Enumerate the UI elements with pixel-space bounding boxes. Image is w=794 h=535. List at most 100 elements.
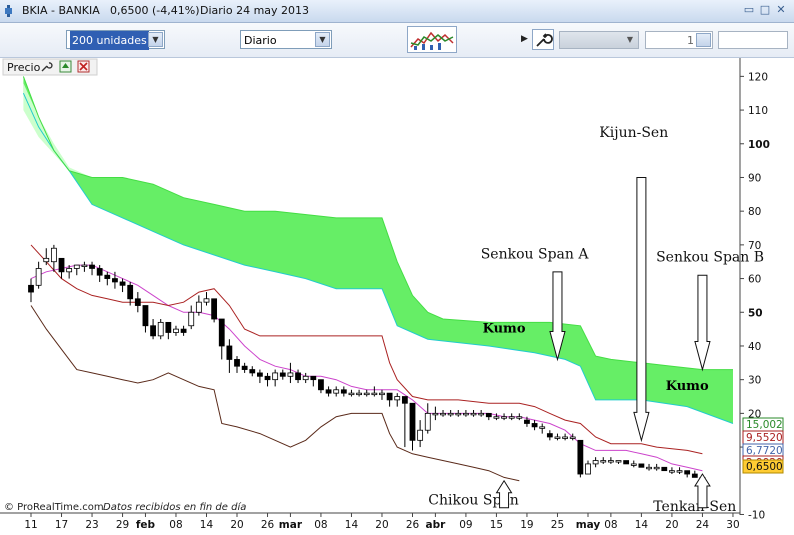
candle-body: [28, 284, 34, 293]
candle-body: [356, 392, 362, 396]
x-tick-label: 29: [116, 519, 129, 531]
y-tick-label: 110: [748, 105, 768, 117]
candle-body: [363, 392, 370, 396]
candle-body: [493, 416, 500, 419]
candle-body: [516, 416, 523, 419]
candle-body: [470, 412, 477, 416]
candle-body: [43, 257, 50, 263]
maximize-button[interactable]: □: [758, 3, 772, 17]
candle-body: [142, 305, 149, 327]
candle-body: [188, 311, 195, 327]
candle-body: [485, 412, 492, 418]
title-bar: BKIA - BANKIA 0,6500 (-4,41%) Diario 24 …: [0, 0, 794, 23]
candle-body: [287, 372, 294, 377]
x-tick-label: 30: [726, 519, 739, 531]
x-tick-label: mar: [279, 519, 303, 531]
candle-body: [524, 419, 530, 424]
x-tick-label: 20: [230, 519, 243, 531]
kumo-label: Kumo: [666, 379, 709, 394]
candle-body: [554, 436, 561, 439]
candle-body: [104, 274, 111, 279]
candle-body: [661, 466, 668, 472]
x-tick-label: 25: [551, 519, 564, 531]
candle-body: [432, 412, 439, 416]
candle-body: [272, 372, 279, 381]
indicators-button[interactable]: [407, 26, 457, 53]
candle-body: [203, 298, 210, 303]
app-icon: [5, 5, 12, 17]
candle-body: [691, 473, 698, 478]
candle-body: [134, 298, 141, 306]
candle-body: [409, 402, 416, 441]
candle-body: [226, 345, 233, 360]
panel-close-button[interactable]: [77, 60, 90, 73]
candle-body: [310, 375, 317, 381]
candle-body: [150, 325, 156, 337]
candle-body: [562, 436, 568, 439]
expand-arrow-icon[interactable]: ▶: [521, 34, 528, 44]
candle-body: [50, 247, 57, 263]
x-tick-label: 20: [375, 519, 388, 531]
candle-body: [81, 264, 88, 267]
copyright-text: © ProRealTime.com: [4, 502, 104, 513]
candle-body: [401, 396, 408, 404]
timeframe-select[interactable]: Diario ▼: [240, 30, 332, 49]
candle-body: [241, 365, 248, 370]
candle-body: [585, 463, 591, 475]
x-tick-label: 26: [261, 519, 275, 531]
y-tick-label: 50: [748, 307, 763, 319]
style-select[interactable]: ▼: [559, 31, 639, 49]
timeframe-value: Diario: [244, 34, 277, 47]
candle-body: [638, 463, 645, 468]
panel-move-up-button[interactable]: [59, 60, 72, 73]
units-value: 200 unidades: [70, 31, 149, 50]
candle-body: [592, 460, 599, 465]
panel-label: Precio: [7, 61, 41, 74]
period-date: Diario 24 may 2013: [200, 4, 310, 17]
candle-body: [371, 392, 378, 396]
candle-body: [379, 392, 385, 396]
chevron-down-icon: ▼: [626, 35, 634, 44]
candle-body: [173, 328, 179, 333]
y-tick-label: 30: [748, 375, 761, 387]
candle-body: [440, 412, 446, 416]
candle-body: [256, 372, 263, 377]
candle-body: [112, 278, 118, 283]
candle-body: [333, 389, 340, 394]
x-tick-label: 09: [459, 519, 472, 531]
candle-body: [325, 389, 332, 394]
candle-body: [119, 281, 126, 286]
spinner-arrows[interactable]: [696, 33, 711, 47]
close-button[interactable]: ✕: [774, 3, 788, 17]
settings-button[interactable]: [532, 29, 554, 50]
candle-body: [669, 470, 675, 473]
chart-area[interactable]: Kumo Kumo Senkou Span A Kijun-Sen Senkou Spa…: [0, 58, 794, 531]
candle-body: [653, 466, 660, 470]
x-tick-label: 23: [85, 519, 98, 531]
ichimoku-chart[interactable]: Kumo Kumo Senkou Span A Kijun-Sen Senkou Spa…: [0, 58, 794, 531]
candle-body: [180, 328, 187, 333]
candle-body: [66, 268, 73, 273]
candle-body: [348, 392, 355, 396]
units-select[interactable]: 200 unidades ▼: [66, 30, 165, 50]
candle-body: [394, 396, 401, 401]
candle-body: [463, 412, 469, 416]
candle-body: [508, 416, 515, 419]
candle-body: [676, 470, 683, 473]
y-tick-label: -10: [748, 509, 765, 521]
text-field[interactable]: [718, 31, 788, 49]
x-tick-label: 08: [314, 519, 327, 531]
x-tick-label: 26: [406, 519, 420, 531]
candle-body: [447, 412, 454, 416]
minimize-button[interactable]: ▭: [742, 3, 756, 17]
candle-body: [386, 392, 393, 401]
period-spinner[interactable]: 1: [645, 31, 713, 49]
y-tick-label: 60: [748, 274, 761, 286]
data-note: Datos recibidos en fin de día: [103, 501, 246, 513]
candle-body: [478, 412, 485, 416]
candle-body: [279, 372, 286, 377]
y-tick-label: 120: [748, 71, 768, 83]
toolbar: 200 unidades ▼ Diario ▼ ▶ ▼ 1: [0, 23, 794, 58]
x-tick-label: 17: [55, 519, 68, 531]
x-tick-label: 24: [696, 519, 710, 531]
